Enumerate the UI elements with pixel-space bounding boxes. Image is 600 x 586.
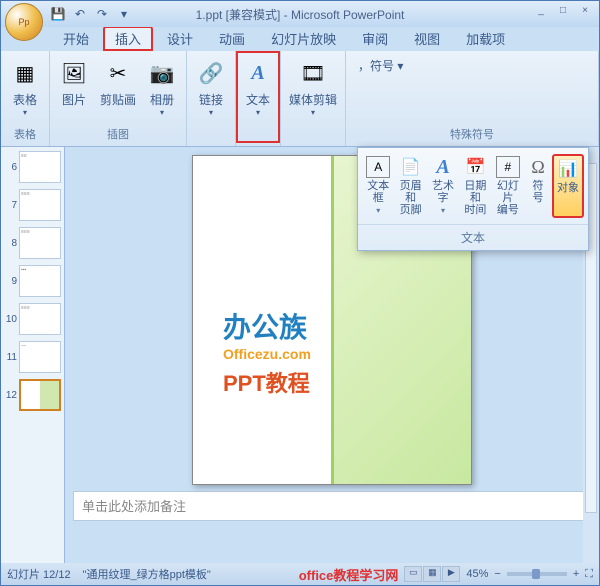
window-title: 1.ppt [兼容模式] - Microsoft PowerPoint xyxy=(196,6,405,23)
powerpoint-window: Pp 💾 ↶ ↷ ▾ 1.ppt [兼容模式] - Microsoft Powe… xyxy=(0,0,600,586)
ribbon: ▦ 表格 ▾ 表格 🖼 图片 ✂ 剪贴画 📷 相册 xyxy=(1,51,599,147)
thumb-11[interactable]: 11— xyxy=(3,341,62,373)
group-tables: ▦ 表格 ▾ 表格 xyxy=(1,51,50,146)
save-icon[interactable]: 💾 xyxy=(49,5,67,23)
media-button[interactable]: 🎞 媒体剪辑 ▾ xyxy=(285,55,341,119)
datetime-button[interactable]: 📅 日期和 时间 xyxy=(459,154,491,218)
tab-home[interactable]: 开始 xyxy=(51,26,101,51)
watermark-text: office教程学习网 xyxy=(299,565,399,584)
theme-name: "通用纹理_绿方格ppt模板" xyxy=(83,566,211,582)
group-text: A 文本 ▾ xyxy=(236,51,281,146)
group-label-illustrations: 插图 xyxy=(54,124,182,144)
group-links: 🔗 链接 ▾ xyxy=(187,51,236,146)
link-button[interactable]: 🔗 链接 ▾ xyxy=(191,55,231,119)
window-controls: _ □ × xyxy=(531,3,595,19)
slide-logo: 办公族 Officezu.com PPT教程 xyxy=(223,306,311,398)
group-label-symbols: 特殊符号 xyxy=(350,124,594,144)
object-button[interactable]: 📊 对象 xyxy=(552,154,584,218)
redo-icon[interactable]: ↷ xyxy=(93,5,111,23)
album-button[interactable]: 📷 相册 ▾ xyxy=(142,55,182,119)
gallery-footer-label: 文本 xyxy=(358,224,588,250)
tab-design[interactable]: 设计 xyxy=(155,26,205,51)
table-button[interactable]: ▦ 表格 ▾ xyxy=(5,55,45,119)
object-icon: 📊 xyxy=(556,158,580,180)
tab-insert[interactable]: 插入 xyxy=(103,26,153,51)
slidenum-icon: # xyxy=(496,156,520,178)
view-buttons: ▭ ▦ ▶ xyxy=(404,566,460,582)
ribbon-tabs: 开始 插入 设计 动画 幻灯片放映 审阅 视图 加载项 xyxy=(1,27,599,51)
slide-thumbnails-panel: 6≡≡ 7≡≡≡ 8≡≡≡ 9▪▪▪ 10≡≡≡ 11— 12 xyxy=(1,147,65,563)
link-icon: 🔗 xyxy=(195,57,227,89)
slidenum-button[interactable]: # 幻灯片 编号 xyxy=(492,154,524,218)
qat-more-icon[interactable]: ▾ xyxy=(115,5,133,23)
clipart-icon: ✂ xyxy=(102,57,134,89)
thumb-6[interactable]: 6≡≡ xyxy=(3,151,62,183)
minimize-button[interactable]: _ xyxy=(531,3,551,19)
album-icon: 📷 xyxy=(146,57,178,89)
datetime-icon: 📅 xyxy=(463,156,487,178)
group-media: 🎞 媒体剪辑 ▾ xyxy=(281,51,346,146)
tab-animations[interactable]: 动画 xyxy=(207,26,257,51)
office-button[interactable]: Pp xyxy=(5,3,43,41)
textbox-button[interactable]: A 文本框 ▾ xyxy=(362,154,394,218)
table-icon: ▦ xyxy=(9,57,41,89)
text-dropdown-gallery: A 文本框 ▾ 📄 页眉和 页脚 A 艺术字 ▾ 📅 日期和 时间 # 幻灯片 … xyxy=(357,147,589,251)
textbox-icon: A xyxy=(366,156,390,178)
thumb-12[interactable]: 12 xyxy=(3,379,62,411)
wordart-button[interactable]: A 艺术字 ▾ xyxy=(427,154,459,218)
normal-view-button[interactable]: ▭ xyxy=(404,566,422,582)
clipart-button[interactable]: ✂ 剪贴画 xyxy=(96,55,140,110)
tab-view[interactable]: 视图 xyxy=(402,26,452,51)
sorter-view-button[interactable]: ▦ xyxy=(423,566,441,582)
wordart-icon: A xyxy=(431,156,455,178)
tab-slideshow[interactable]: 幻灯片放映 xyxy=(259,26,348,51)
picture-icon: 🖼 xyxy=(58,57,90,89)
quick-access-toolbar: 💾 ↶ ↷ ▾ xyxy=(49,5,133,23)
thumb-10[interactable]: 10≡≡≡ xyxy=(3,303,62,335)
thumb-8[interactable]: 8≡≡≡ xyxy=(3,227,62,259)
text-a-icon: A xyxy=(242,57,274,89)
zoom-slider[interactable] xyxy=(507,572,567,576)
close-button[interactable]: × xyxy=(575,3,595,19)
omega-icon: Ω xyxy=(526,156,550,178)
thumb-7[interactable]: 7≡≡≡ xyxy=(3,189,62,221)
slideshow-view-button[interactable]: ▶ xyxy=(442,566,460,582)
thumb-9[interactable]: 9▪▪▪ xyxy=(3,265,62,297)
picture-button[interactable]: 🖼 图片 xyxy=(54,55,94,110)
headerfooter-button[interactable]: 📄 页眉和 页脚 xyxy=(394,154,426,218)
zoom-in-button[interactable]: + xyxy=(573,568,579,580)
fit-button[interactable]: ⛶ xyxy=(585,568,593,581)
text-button[interactable]: A 文本 ▾ xyxy=(236,51,280,143)
titlebar: Pp 💾 ↶ ↷ ▾ 1.ppt [兼容模式] - Microsoft Powe… xyxy=(1,1,599,27)
group-illustrations: 🖼 图片 ✂ 剪贴画 📷 相册 ▾ 插图 xyxy=(50,51,187,146)
group-symbols: ，符号 ▾ 特殊符号 xyxy=(346,51,599,146)
group-label-tables: 表格 xyxy=(5,124,45,144)
statusbar: 幻灯片 12/12 "通用纹理_绿方格ppt模板" office教程学习网 ▭ … xyxy=(1,563,599,585)
headerfooter-icon: 📄 xyxy=(399,156,423,178)
zoom-level: 45% xyxy=(466,568,488,580)
symbol-button[interactable]: Ω 符 号 xyxy=(524,154,552,218)
zoom-out-button[interactable]: − xyxy=(494,568,500,580)
tab-review[interactable]: 审阅 xyxy=(350,26,400,51)
notes-pane[interactable]: 单击此处添加备注 xyxy=(73,491,591,521)
tab-addins[interactable]: 加载项 xyxy=(454,26,517,51)
slide-counter: 幻灯片 12/12 xyxy=(7,566,71,582)
undo-icon[interactable]: ↶ xyxy=(71,5,89,23)
maximize-button[interactable]: □ xyxy=(553,3,573,19)
symbol-small-button[interactable]: ，符号 ▾ xyxy=(352,55,592,76)
media-icon: 🎞 xyxy=(297,57,329,89)
